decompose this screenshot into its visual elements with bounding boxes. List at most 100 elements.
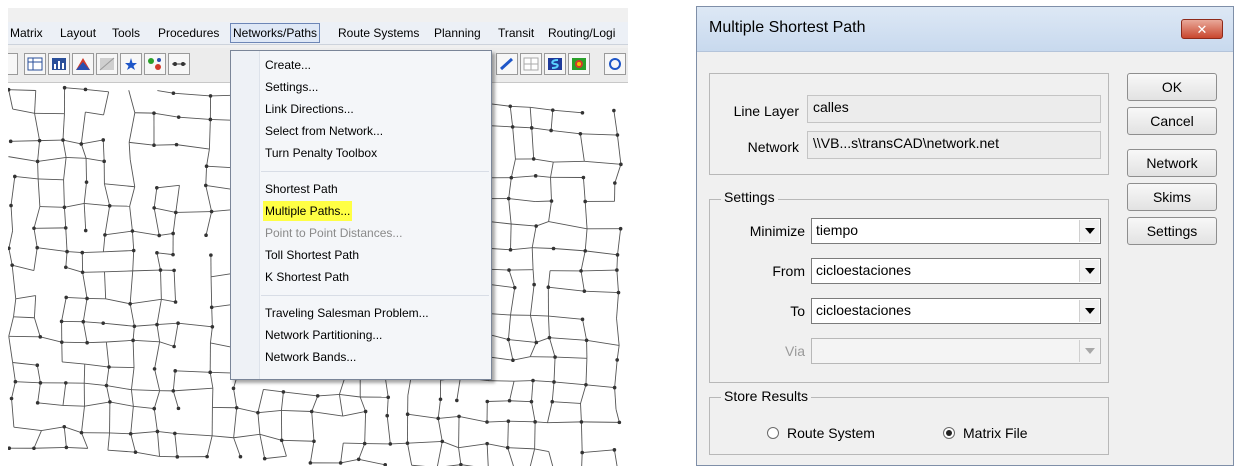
- menu-item-toll-shortest-path[interactable]: Toll Shortest Path: [265, 245, 359, 265]
- menu-networks-paths[interactable]: Networks/Paths: [230, 23, 321, 43]
- street-segment: [616, 345, 620, 360]
- menu-transit[interactable]: Transit: [498, 22, 534, 44]
- chevron-down-icon[interactable]: [1079, 260, 1099, 282]
- network-node: [619, 162, 623, 167]
- street-segment: [107, 449, 136, 453]
- network-node: [35, 401, 40, 405]
- street-segment: [104, 271, 107, 299]
- ok-button[interactable]: OK: [1127, 73, 1217, 101]
- menu-tools[interactable]: Tools: [112, 22, 140, 44]
- dialog-titlebar[interactable]: Multiple Shortest Path ✕: [697, 7, 1233, 52]
- street-segment: [551, 381, 555, 402]
- settings-button[interactable]: Settings: [1127, 217, 1217, 245]
- network-node: [507, 268, 511, 272]
- chevron-down-icon[interactable]: [1079, 300, 1099, 322]
- street-segment: [209, 326, 213, 343]
- toolbar-more-icon[interactable]: [604, 53, 626, 75]
- street-segment: [579, 133, 585, 162]
- stars-icon[interactable]: [120, 53, 142, 75]
- close-button[interactable]: ✕: [1181, 19, 1223, 39]
- street-segment: [339, 393, 361, 398]
- skims-button[interactable]: Skims: [1127, 183, 1217, 211]
- chevron-down-icon[interactable]: [1079, 220, 1099, 242]
- pencil-icon[interactable]: [496, 53, 518, 75]
- street-segment: [172, 212, 177, 234]
- network-node: [551, 246, 556, 251]
- street-segment: [580, 403, 582, 422]
- menu-matrix[interactable]: Matrix: [10, 22, 43, 44]
- street-segment: [548, 315, 583, 320]
- menu-item-turn-penalty[interactable]: Turn Penalty Toolbox: [265, 143, 377, 163]
- toolbar-partial-icon[interactable]: [8, 53, 18, 75]
- street-segment: [512, 356, 531, 361]
- menu-item-shortest-path[interactable]: Shortest Path: [265, 179, 338, 199]
- network-node: [505, 445, 510, 450]
- cancel-button[interactable]: Cancel: [1127, 107, 1217, 135]
- network-node: [231, 386, 236, 391]
- map-layers-icon[interactable]: [72, 53, 94, 75]
- street-segment: [259, 433, 282, 441]
- street-segment: [63, 157, 67, 180]
- street-segment: [212, 435, 234, 439]
- network-node: [549, 199, 554, 203]
- menu-route-systems[interactable]: Route Systems: [338, 22, 419, 44]
- network-node: [509, 175, 514, 180]
- network-node: [173, 431, 177, 436]
- route-system-radio[interactable]: [767, 427, 779, 439]
- dialog-title: Multiple Shortest Path: [709, 19, 866, 36]
- menu-item-create[interactable]: Create...: [265, 55, 311, 75]
- menu-item-network-partitioning[interactable]: Network Partitioning...: [265, 325, 382, 345]
- street-segment: [104, 230, 133, 236]
- menu-item-traveling-salesman[interactable]: Traveling Salesman Problem...: [265, 303, 429, 323]
- menu-item-settings[interactable]: Settings...: [265, 77, 318, 97]
- menu-layout[interactable]: Layout: [60, 22, 96, 44]
- matrix-file-radio[interactable]: [943, 427, 955, 439]
- network-node: [101, 138, 106, 142]
- network-node: [508, 248, 513, 252]
- menu-bar: Matrix Layout Tools Procedures Networks/…: [8, 8, 628, 52]
- network-node: [584, 382, 588, 387]
- street-segment: [486, 420, 509, 423]
- menu-routing-logistics[interactable]: Routing/Logi: [548, 22, 615, 44]
- menu-planning[interactable]: Planning: [434, 22, 481, 44]
- chart-icon[interactable]: [48, 53, 70, 75]
- street-segment: [581, 269, 617, 272]
- street-segment: [487, 443, 508, 449]
- network-node: [104, 383, 109, 388]
- menu-procedures[interactable]: Procedures: [158, 22, 219, 44]
- pattern-icon[interactable]: [96, 53, 118, 75]
- route-system-option[interactable]: Route System: [767, 425, 875, 441]
- network-tool-icon[interactable]: [168, 53, 190, 75]
- table-icon[interactable]: [24, 53, 46, 75]
- street-segment: [208, 119, 211, 150]
- grid-icon[interactable]: [520, 53, 542, 75]
- street-segment: [159, 341, 175, 347]
- network-node: [256, 410, 260, 415]
- street-segment: [614, 359, 618, 388]
- menu-item-select-from-network[interactable]: Select from Network...: [265, 121, 383, 141]
- street-segment: [12, 362, 16, 382]
- network-node: [612, 108, 616, 113]
- network-node: [583, 199, 587, 204]
- route-s-icon[interactable]: [544, 53, 566, 75]
- street-segment: [129, 270, 134, 304]
- to-select[interactable]: cicloestaciones: [811, 298, 1101, 324]
- menu-item-network-bands[interactable]: Network Bands...: [265, 347, 356, 367]
- network-node: [383, 463, 388, 466]
- street-segment: [82, 272, 88, 299]
- network-button[interactable]: Network: [1127, 149, 1217, 177]
- from-select[interactable]: cicloestaciones: [811, 258, 1101, 284]
- points-icon[interactable]: [144, 53, 166, 75]
- network-node: [506, 337, 511, 342]
- menu-item-multiple-paths[interactable]: Multiple Paths...: [263, 201, 353, 221]
- matrix-file-option[interactable]: Matrix File: [943, 425, 1028, 441]
- street-segment: [509, 106, 514, 127]
- street-segment: [161, 298, 176, 303]
- colored-map-icon[interactable]: [568, 53, 590, 75]
- menu-item-k-shortest-path[interactable]: K Shortest Path: [265, 267, 349, 287]
- menu-item-link-directions[interactable]: Link Directions...: [265, 99, 354, 119]
- street-segment: [514, 380, 534, 382]
- street-segment: [37, 161, 39, 179]
- network-node: [532, 282, 536, 287]
- minimize-select[interactable]: tiempo: [811, 218, 1101, 244]
